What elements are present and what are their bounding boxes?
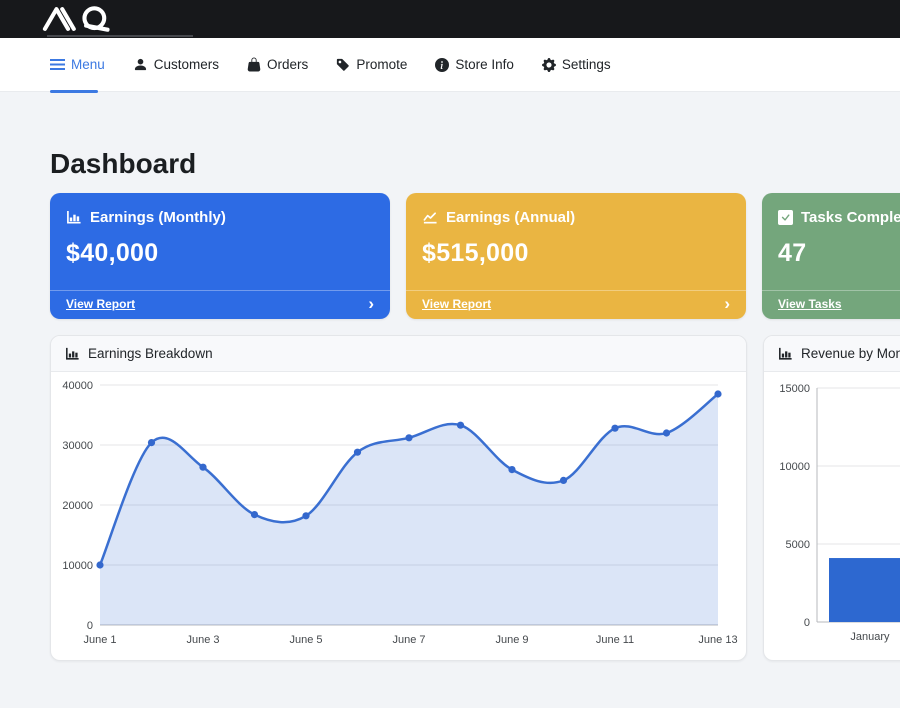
view-report-link[interactable]: View Report — [66, 297, 135, 311]
svg-text:10000: 10000 — [779, 461, 810, 473]
stat-card-earnings-annual: Earnings (Annual) $515,000 View Report › — [406, 193, 746, 319]
person-icon — [133, 57, 148, 72]
logo-underline — [47, 35, 193, 37]
svg-text:0: 0 — [804, 617, 810, 629]
chevron-right-icon[interactable]: › — [724, 298, 730, 310]
topbar — [0, 0, 900, 38]
view-report-link[interactable]: View Report — [422, 297, 491, 311]
nav-item-settings[interactable]: Settings — [542, 38, 611, 91]
nav-item-promote[interactable]: Promote — [336, 38, 407, 91]
page-title: Dashboard — [50, 149, 900, 179]
main-content: Dashboard Earnings (Monthly) $40,000 Vie… — [0, 149, 900, 661]
line-chart-svg: 0 10000 20000 30000 40000 June 1 June 3 June 5 J… — [51, 372, 744, 661]
info-circle-icon — [435, 58, 449, 72]
bar-chart-icon — [65, 347, 80, 361]
bar-chart-svg: 0 5000 10000 15000 January — [764, 372, 900, 661]
stat-card-title: Earnings (Annual) — [446, 209, 575, 226]
brand-logo-icon — [40, 5, 122, 33]
check-square-icon — [778, 210, 793, 225]
svg-text:January: January — [850, 631, 890, 643]
svg-text:June 13: June 13 — [698, 634, 737, 646]
gear-icon — [542, 58, 556, 72]
svg-text:40000: 40000 — [62, 380, 93, 392]
svg-text:5000: 5000 — [786, 539, 810, 551]
nav-item-store-info[interactable]: Store Info — [435, 38, 514, 91]
nav-item-orders[interactable]: Orders — [247, 38, 308, 91]
chart-title: Earnings Breakdown — [88, 346, 213, 361]
svg-text:June 9: June 9 — [495, 634, 528, 646]
svg-text:June 5: June 5 — [289, 634, 322, 646]
revenue-by-month-card: Revenue by Month 0 5000 10000 15000 January — [763, 335, 900, 661]
chart-card-header: Revenue by Month — [764, 336, 900, 372]
nav-item-label: Orders — [267, 57, 308, 72]
stat-card-value: $40,000 — [50, 239, 390, 268]
hamburger-icon — [50, 58, 65, 71]
stat-card-tasks-completed: Tasks Completed 47 View Tasks › — [762, 193, 900, 319]
stat-card-footer: View Tasks › — [762, 290, 900, 319]
charts-row: Earnings Breakdown 0 10000 20000 30000 40000… — [50, 335, 900, 661]
tag-icon — [336, 58, 350, 72]
stat-card-footer: View Report › — [50, 290, 390, 319]
stat-card-footer: View Report › — [406, 290, 746, 319]
nav-item-label: Promote — [356, 57, 407, 72]
line-chart-icon — [422, 210, 438, 225]
stat-card-value: $515,000 — [406, 239, 746, 268]
chart-title: Revenue by Month — [801, 346, 900, 361]
svg-text:0: 0 — [87, 620, 93, 632]
stat-card-value: 47 — [762, 239, 900, 268]
earnings-breakdown-chart: 0 10000 20000 30000 40000 June 1 June 3 June 5 J… — [51, 372, 746, 661]
view-tasks-link[interactable]: View Tasks — [778, 297, 842, 311]
stat-card-earnings-monthly: Earnings (Monthly) $40,000 View Report › — [50, 193, 390, 319]
revenue-by-month-chart: 0 5000 10000 15000 January — [764, 372, 900, 661]
nav-item-label: Settings — [562, 57, 611, 72]
svg-text:30000: 30000 — [62, 440, 93, 452]
stat-card-title: Earnings (Monthly) — [90, 209, 226, 226]
active-tab-indicator — [50, 90, 98, 93]
stat-cards-row: Earnings (Monthly) $40,000 View Report ›… — [50, 193, 900, 319]
earnings-breakdown-card: Earnings Breakdown 0 10000 20000 30000 40000… — [50, 335, 747, 661]
svg-text:June 3: June 3 — [186, 634, 219, 646]
svg-text:10000: 10000 — [62, 560, 93, 572]
stat-card-title: Tasks Completed — [801, 209, 900, 226]
svg-text:June 7: June 7 — [392, 634, 425, 646]
svg-text:15000: 15000 — [779, 383, 810, 395]
nav-item-menu[interactable]: Menu — [50, 38, 105, 91]
nav-item-label: Store Info — [455, 57, 514, 72]
nav-item-customers[interactable]: Customers — [133, 38, 219, 91]
svg-text:20000: 20000 — [62, 500, 93, 512]
bar-chart-icon — [66, 210, 82, 225]
brand-logo[interactable] — [40, 5, 122, 33]
main-nav: Menu Customers Orders Promote Store Info… — [0, 38, 900, 92]
chart-card-header: Earnings Breakdown — [51, 336, 746, 372]
nav-item-label: Menu — [71, 57, 105, 72]
svg-text:June 11: June 11 — [596, 634, 634, 646]
bag-icon — [247, 57, 261, 72]
chevron-right-icon[interactable]: › — [368, 298, 374, 310]
bar-chart-icon — [778, 347, 793, 361]
nav-item-label: Customers — [154, 57, 219, 72]
svg-text:June 1: June 1 — [83, 634, 116, 646]
